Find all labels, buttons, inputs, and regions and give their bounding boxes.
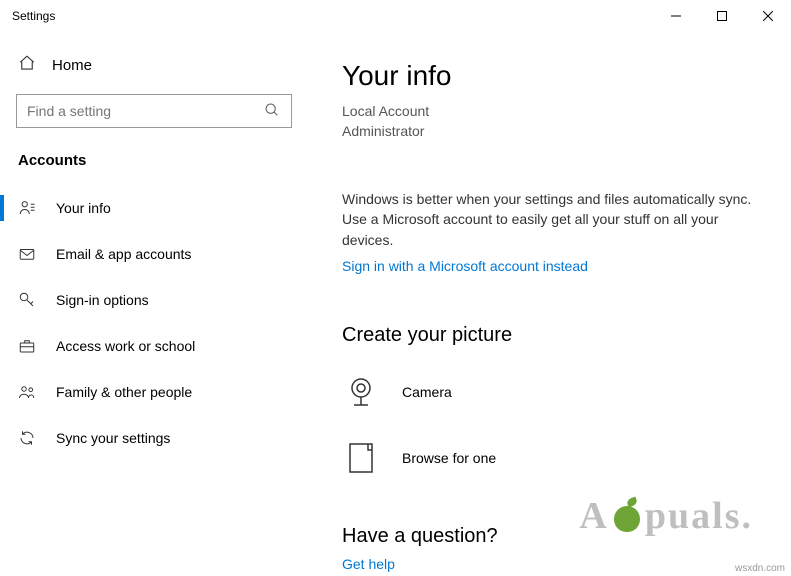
search-container bbox=[0, 94, 308, 148]
site-credit: wsxdn.com bbox=[735, 563, 785, 574]
sidebar-item-signin[interactable]: Sign-in options bbox=[0, 277, 308, 323]
sidebar-item-label: Access work or school bbox=[56, 338, 195, 354]
account-role: Administrator bbox=[342, 122, 763, 142]
briefcase-icon bbox=[18, 337, 36, 355]
sidebar-item-label: Your info bbox=[56, 200, 111, 216]
search-icon bbox=[264, 102, 280, 121]
sync-description: Windows is better when your settings and… bbox=[342, 189, 763, 250]
sidebar-item-email[interactable]: Email & app accounts bbox=[0, 231, 308, 277]
sidebar-item-work[interactable]: Access work or school bbox=[0, 323, 308, 369]
home-label: Home bbox=[52, 57, 92, 74]
sidebar-item-your-info[interactable]: Your info bbox=[0, 185, 308, 231]
camera-icon bbox=[342, 373, 380, 411]
close-button[interactable] bbox=[745, 0, 791, 32]
sidebar-item-label: Family & other people bbox=[56, 384, 192, 400]
search-input[interactable] bbox=[16, 94, 292, 128]
home-nav[interactable]: Home bbox=[0, 44, 308, 94]
close-icon bbox=[763, 11, 773, 21]
titlebar: Settings bbox=[0, 0, 791, 32]
browse-label: Browse for one bbox=[402, 450, 496, 466]
browse-icon bbox=[342, 439, 380, 477]
mail-icon bbox=[18, 245, 36, 263]
window-controls bbox=[653, 0, 791, 32]
minimize-button[interactable] bbox=[653, 0, 699, 32]
camera-button[interactable]: Camera bbox=[342, 365, 763, 431]
home-icon bbox=[18, 54, 36, 76]
sidebar-item-label: Email & app accounts bbox=[56, 246, 191, 262]
camera-label: Camera bbox=[402, 384, 452, 400]
browse-button[interactable]: Browse for one bbox=[342, 431, 763, 497]
minimize-icon bbox=[671, 11, 681, 21]
sidebar: Home Accounts Your info Email & app acco… bbox=[0, 32, 308, 576]
sidebar-section-header: Accounts bbox=[0, 148, 308, 185]
picture-section-title: Create your picture bbox=[342, 324, 763, 347]
content-area: Your info Local Account Administrator Wi… bbox=[308, 32, 791, 576]
sidebar-item-label: Sign-in options bbox=[56, 292, 149, 308]
person-icon bbox=[18, 199, 36, 217]
key-icon bbox=[18, 291, 36, 309]
sidebar-item-sync[interactable]: Sync your settings bbox=[0, 415, 308, 461]
sync-icon bbox=[18, 429, 36, 447]
sidebar-item-label: Sync your settings bbox=[56, 430, 170, 446]
page-title: Your info bbox=[342, 60, 763, 92]
main-layout: Home Accounts Your info Email & app acco… bbox=[0, 32, 791, 576]
people-icon bbox=[18, 383, 36, 401]
get-help-link[interactable]: Get help bbox=[342, 556, 395, 572]
sidebar-item-family[interactable]: Family & other people bbox=[0, 369, 308, 415]
window-title: Settings bbox=[12, 9, 55, 23]
signin-microsoft-link[interactable]: Sign in with a Microsoft account instead bbox=[342, 258, 588, 274]
maximize-icon bbox=[717, 11, 727, 21]
account-type: Local Account bbox=[342, 102, 763, 122]
maximize-button[interactable] bbox=[699, 0, 745, 32]
question-title: Have a question? bbox=[342, 525, 763, 548]
